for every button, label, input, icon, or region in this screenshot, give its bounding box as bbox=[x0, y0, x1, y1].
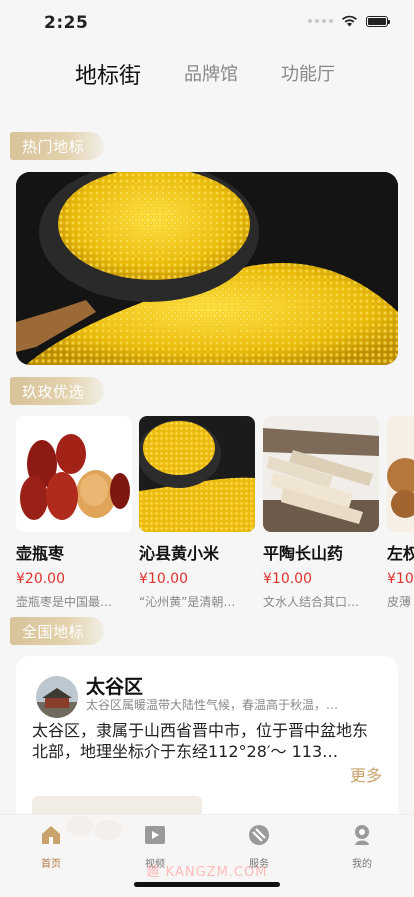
product-price: ¥10 bbox=[387, 571, 414, 587]
millet-image bbox=[139, 416, 255, 532]
region-subtitle: 太谷区属暖温带大陆性气候，春温高于秋温，… bbox=[86, 698, 339, 712]
section-national-landmarks: 全国地标 bbox=[10, 617, 104, 645]
product-card[interactable]: 平陶长山药 ¥10.00 文水人结合其口… bbox=[263, 416, 379, 610]
product-card[interactable]: 左权 ¥10 皮薄 bbox=[387, 416, 414, 610]
product-description: “沁州黄”是清朝… bbox=[139, 595, 236, 609]
hero-banner[interactable] bbox=[16, 172, 398, 365]
product-name: 沁县黄小米 bbox=[139, 544, 220, 563]
home-indicator bbox=[134, 882, 280, 887]
region-title: 太谷区 bbox=[86, 676, 144, 698]
product-card[interactable]: 壶瓶枣 ¥20.00 壶瓶枣是中国最… bbox=[16, 416, 132, 610]
product-carousel[interactable]: 壶瓶枣 ¥20.00 壶瓶枣是中国最… 沁县黄小米 ¥10.00 “沁州黄”是清… bbox=[16, 416, 414, 612]
product-price: ¥20.00 bbox=[16, 571, 65, 587]
section-hot-landmarks: 热门地标 bbox=[10, 132, 104, 160]
product-name: 平陶长山药 bbox=[263, 544, 344, 563]
service-icon bbox=[249, 825, 269, 845]
watermark: 趣 KANGZM.COM bbox=[146, 865, 268, 880]
tab-brand-hall[interactable]: 品牌馆 bbox=[184, 60, 238, 86]
product-description: 壶瓶枣是中国最… bbox=[16, 595, 113, 609]
status-bar: 2:25 bbox=[0, 0, 414, 44]
top-tabs: 地标街 品牌馆 功能厅 bbox=[0, 60, 414, 92]
tab-function-hall[interactable]: 功能厅 bbox=[281, 60, 335, 86]
wifi-icon bbox=[342, 15, 357, 27]
region-avatar bbox=[36, 676, 78, 718]
product-name: 壶瓶枣 bbox=[16, 544, 65, 563]
product-description: 皮薄 bbox=[387, 595, 412, 609]
status-time: 2:25 bbox=[44, 13, 89, 33]
profile-icon bbox=[355, 825, 369, 845]
product-card[interactable]: 沁县黄小米 ¥10.00 “沁州黄”是清朝… bbox=[139, 416, 255, 610]
hero-millet-image bbox=[16, 172, 398, 365]
section-title: 全国地标 bbox=[22, 622, 85, 641]
product-price: ¥10.00 bbox=[139, 571, 188, 587]
product-description: 文水人结合其口… bbox=[263, 595, 360, 609]
product-name: 左权 bbox=[387, 544, 414, 563]
battery-icon bbox=[366, 15, 390, 27]
product-price: ¥10.00 bbox=[263, 571, 312, 587]
section-selected: 玖玫优选 bbox=[10, 377, 104, 405]
walnut-image bbox=[387, 416, 414, 532]
video-icon bbox=[145, 826, 165, 844]
section-title: 玖玫优选 bbox=[22, 382, 85, 401]
region-description: 太谷区，隶属于山西省晋中市，位于晋中盆地东北部，地理坐标介于东经112°28′～… bbox=[32, 721, 369, 761]
red-dates-image bbox=[16, 416, 132, 532]
more-link[interactable]: 更多 bbox=[350, 762, 382, 786]
tab-landmark-street[interactable]: 地标街 bbox=[75, 58, 141, 90]
status-icons bbox=[308, 15, 390, 27]
section-title: 热门地标 bbox=[22, 137, 85, 156]
home-icon bbox=[42, 826, 60, 844]
yam-image bbox=[263, 416, 379, 532]
signal-icon bbox=[308, 19, 333, 23]
